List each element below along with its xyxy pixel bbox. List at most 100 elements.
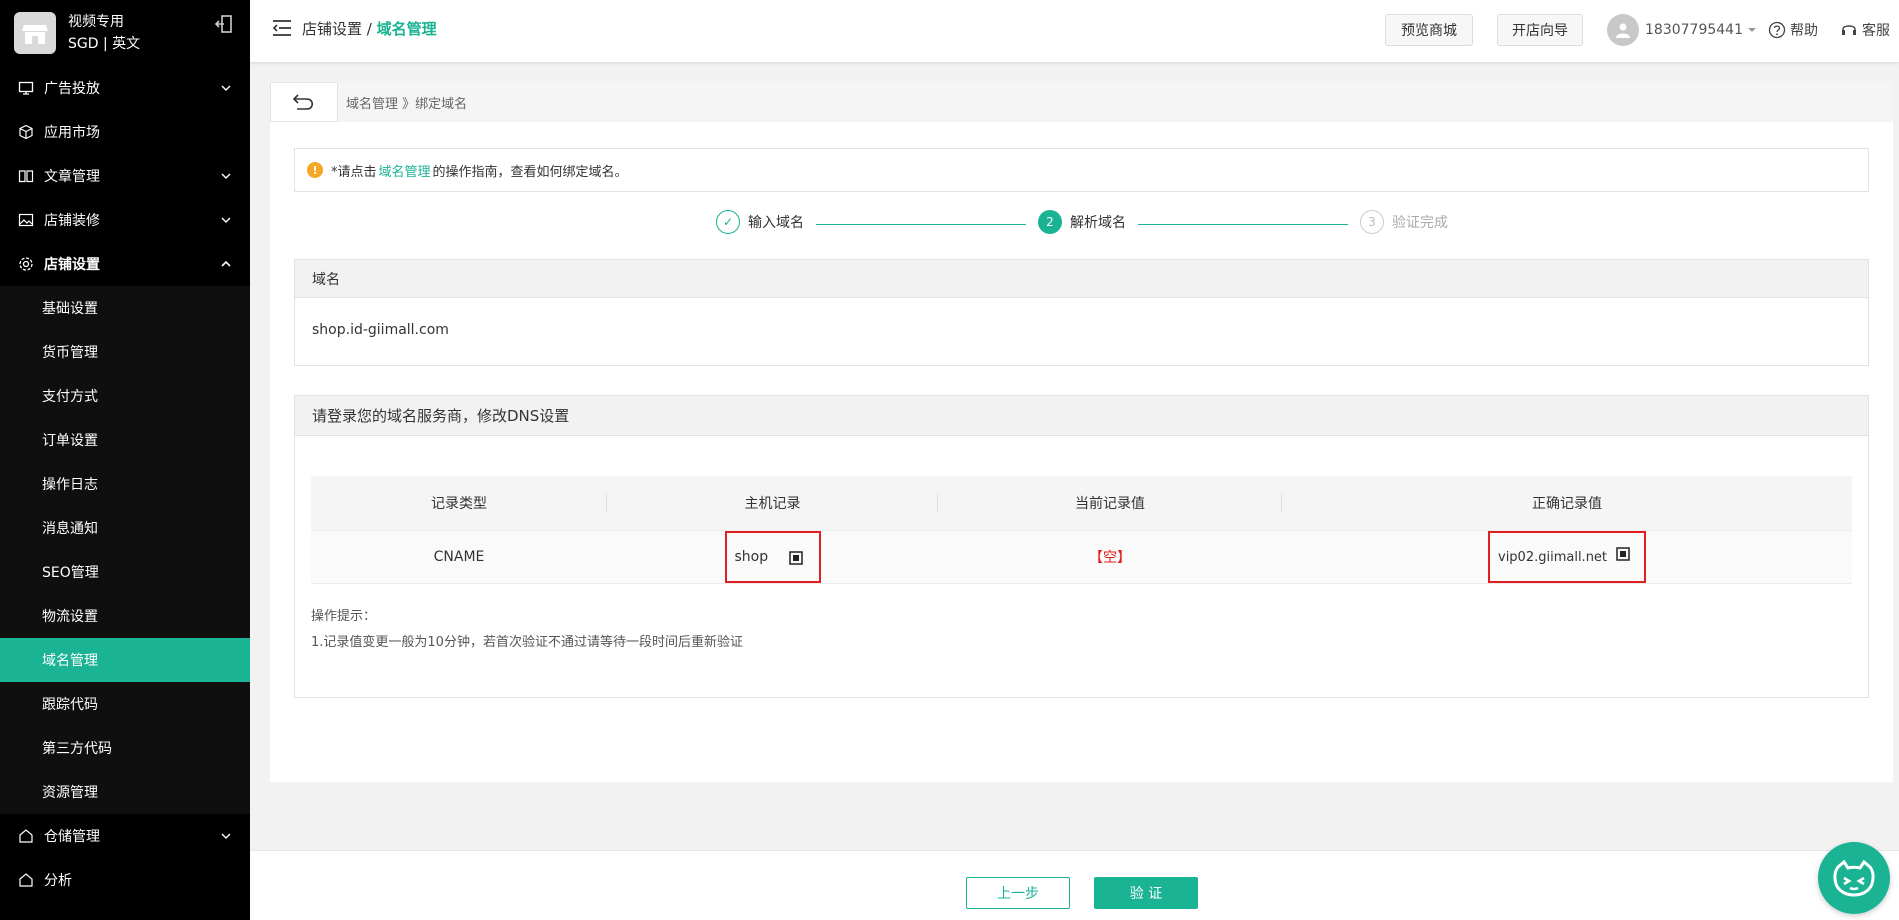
- check-icon: ✓: [716, 210, 740, 234]
- back-arrow-icon: [292, 94, 314, 110]
- column-header: 主机记录: [607, 476, 938, 530]
- sidebar-item-analysis[interactable]: 分析: [0, 858, 250, 902]
- step-label: 输入域名: [748, 215, 804, 231]
- store-logo[interactable]: [14, 12, 56, 54]
- sidebar-subitem-oplog[interactable]: 操作日志: [0, 462, 250, 506]
- host-record-highlight: shop: [724, 531, 821, 583]
- store-guide-button[interactable]: 开店向导: [1497, 14, 1583, 46]
- action-footer: 上一步 验 证: [250, 850, 1899, 920]
- sidebar-item-ads[interactable]: 广告投放: [0, 66, 250, 110]
- store-header: 视频专用 SGD | 英文: [0, 0, 250, 66]
- dns-box: 请登录您的域名服务商，修改DNS设置 记录类型 主机记录 当前记录值 正确记录值…: [294, 395, 1869, 698]
- cat-face-icon: [1833, 859, 1875, 897]
- column-header: 当前记录值: [938, 476, 1282, 530]
- sidebar-item-articles[interactable]: 文章管理: [0, 154, 250, 198]
- step-3: 3 验证完成: [1360, 210, 1448, 234]
- notice-prefix: *请点击: [331, 164, 377, 180]
- home-icon: [19, 873, 33, 887]
- progress-steps: ✓ 输入域名 2 解析域名 3 验证完成: [270, 210, 1893, 240]
- correct-record-highlight: vip02.giimall.net: [1488, 531, 1646, 583]
- cube-icon: [19, 124, 33, 140]
- sidebar-item-store-settings[interactable]: 店铺设置: [0, 242, 250, 286]
- customer-service-link[interactable]: 客服: [1840, 20, 1890, 40]
- sidebar-subitem-notify[interactable]: 消息通知: [0, 506, 250, 550]
- record-type: CNAME: [433, 549, 485, 565]
- store-region[interactable]: SGD | 英文: [68, 33, 140, 55]
- column-header: 记录类型: [311, 476, 607, 530]
- sidebar-item-label: 应用市场: [44, 125, 100, 141]
- table-header: 记录类型 主机记录 当前记录值 正确记录值: [311, 476, 1852, 530]
- back-button[interactable]: [270, 82, 338, 122]
- operation-tips: 操作提示： 1.记录值变更一般为10分钟，若首次验证不通过请等待一段时间后重新验…: [311, 604, 743, 656]
- notice-guide-link[interactable]: 域名管理: [379, 161, 431, 180]
- home-icon: [19, 829, 33, 843]
- sidebar-item-label: 店铺装修: [44, 213, 100, 229]
- host-cell: shop: [607, 530, 938, 584]
- step-number: 2: [1038, 210, 1062, 234]
- sidebar-item-label: 店铺设置: [44, 257, 100, 273]
- sidebar-item-label: 文章管理: [44, 169, 100, 185]
- sidebar-subitem-order[interactable]: 订单设置: [0, 418, 250, 462]
- sidebar-item-warehouse[interactable]: 仓储管理: [0, 814, 250, 858]
- content-topbar: 域名管理 》绑定域名: [270, 82, 1893, 122]
- copy-icon[interactable]: [788, 551, 803, 565]
- store-name: 视频专用: [68, 14, 124, 30]
- sidebar-subitem-domain[interactable]: 域名管理: [0, 638, 250, 682]
- main-content: 域名管理 》绑定域名 ! *请点击 域名管理 的操作指南，查看如何绑定域名。 ✓…: [270, 82, 1893, 782]
- table-row: CNAME shop 【空】 vip02.giimall.net: [311, 530, 1852, 584]
- chevron-down-icon: [221, 85, 231, 91]
- sidebar-subitem-basic[interactable]: 基础设置: [0, 286, 250, 330]
- bind-domain-panel: ! *请点击 域名管理 的操作指南，查看如何绑定域名。 ✓ 输入域名 2 解析域…: [270, 122, 1893, 782]
- book-icon: [18, 170, 34, 183]
- service-label: 客服: [1862, 23, 1890, 39]
- chat-support-button[interactable]: [1818, 842, 1890, 914]
- shop-icon: [22, 25, 48, 44]
- sidebar-subitem-logistics[interactable]: 物流设置: [0, 594, 250, 638]
- sidebar-subitem-tracking[interactable]: 跟踪代码: [0, 682, 250, 726]
- sidebar-subitem-payment[interactable]: 支付方式: [0, 374, 250, 418]
- step-number: 3: [1360, 210, 1384, 234]
- image-icon: [18, 213, 34, 227]
- chevron-down-icon: [221, 833, 231, 839]
- verify-button[interactable]: 验 证: [1094, 877, 1198, 909]
- warning-icon: !: [307, 162, 323, 178]
- sidebar-subitem-currency[interactable]: 货币管理: [0, 330, 250, 374]
- user-menu[interactable]: 18307795441: [1607, 14, 1757, 46]
- user-icon: [1616, 23, 1630, 38]
- sidebar-item-label: 分析: [44, 873, 72, 889]
- domain-box: 域名 shop.id-giimall.com: [294, 259, 1869, 366]
- help-link[interactable]: 帮助: [1768, 20, 1818, 40]
- sidebar-subitem-third-party[interactable]: 第三方代码: [0, 726, 250, 770]
- previous-step-button[interactable]: 上一步: [966, 877, 1070, 909]
- chevron-down-icon: [221, 217, 231, 223]
- breadcrumb-current: 域名管理: [376, 20, 437, 38]
- menu-collapse-icon[interactable]: [272, 19, 292, 37]
- chevron-up-icon: [221, 260, 231, 267]
- user-phone: 18307795441: [1645, 22, 1743, 38]
- step-label: 验证完成: [1392, 215, 1448, 231]
- step-connector: [1138, 224, 1348, 225]
- preview-store-button[interactable]: 预览商城: [1385, 14, 1473, 46]
- sidebar-item-label: 仓储管理: [44, 829, 100, 845]
- exit-icon[interactable]: [214, 14, 234, 34]
- caret-down-icon: [1747, 28, 1756, 32]
- breadcrumb-parent[interactable]: 店铺设置 /: [302, 20, 372, 38]
- step-1: ✓ 输入域名: [716, 210, 804, 234]
- breadcrumb: 店铺设置 / 域名管理: [302, 18, 437, 39]
- step-connector: [816, 224, 1026, 225]
- column-header: 正确记录值: [1532, 496, 1602, 512]
- sidebar-subitem-seo[interactable]: SEO管理: [0, 550, 250, 594]
- tips-title: 操作提示：: [311, 609, 377, 624]
- correct-record-value: vip02.giimall.net: [1498, 549, 1608, 565]
- sidebar-item-decoration[interactable]: 店铺装修: [0, 198, 250, 242]
- current-value-cell: 【空】: [938, 530, 1282, 584]
- guide-notice: ! *请点击 域名管理 的操作指南，查看如何绑定域名。: [294, 148, 1869, 192]
- copy-icon[interactable]: [1616, 547, 1630, 561]
- sidebar-item-label: 广告投放: [44, 81, 100, 97]
- sidebar-subitem-resources[interactable]: 资源管理: [0, 770, 250, 814]
- sidebar-item-app-market[interactable]: 应用市场: [0, 110, 250, 154]
- help-label: 帮助: [1790, 23, 1818, 39]
- correct-value-cell: vip02.giimall.net: [1282, 530, 1852, 584]
- sub-breadcrumb: 域名管理 》绑定域名: [346, 97, 468, 112]
- step-2: 2 解析域名: [1038, 210, 1126, 234]
